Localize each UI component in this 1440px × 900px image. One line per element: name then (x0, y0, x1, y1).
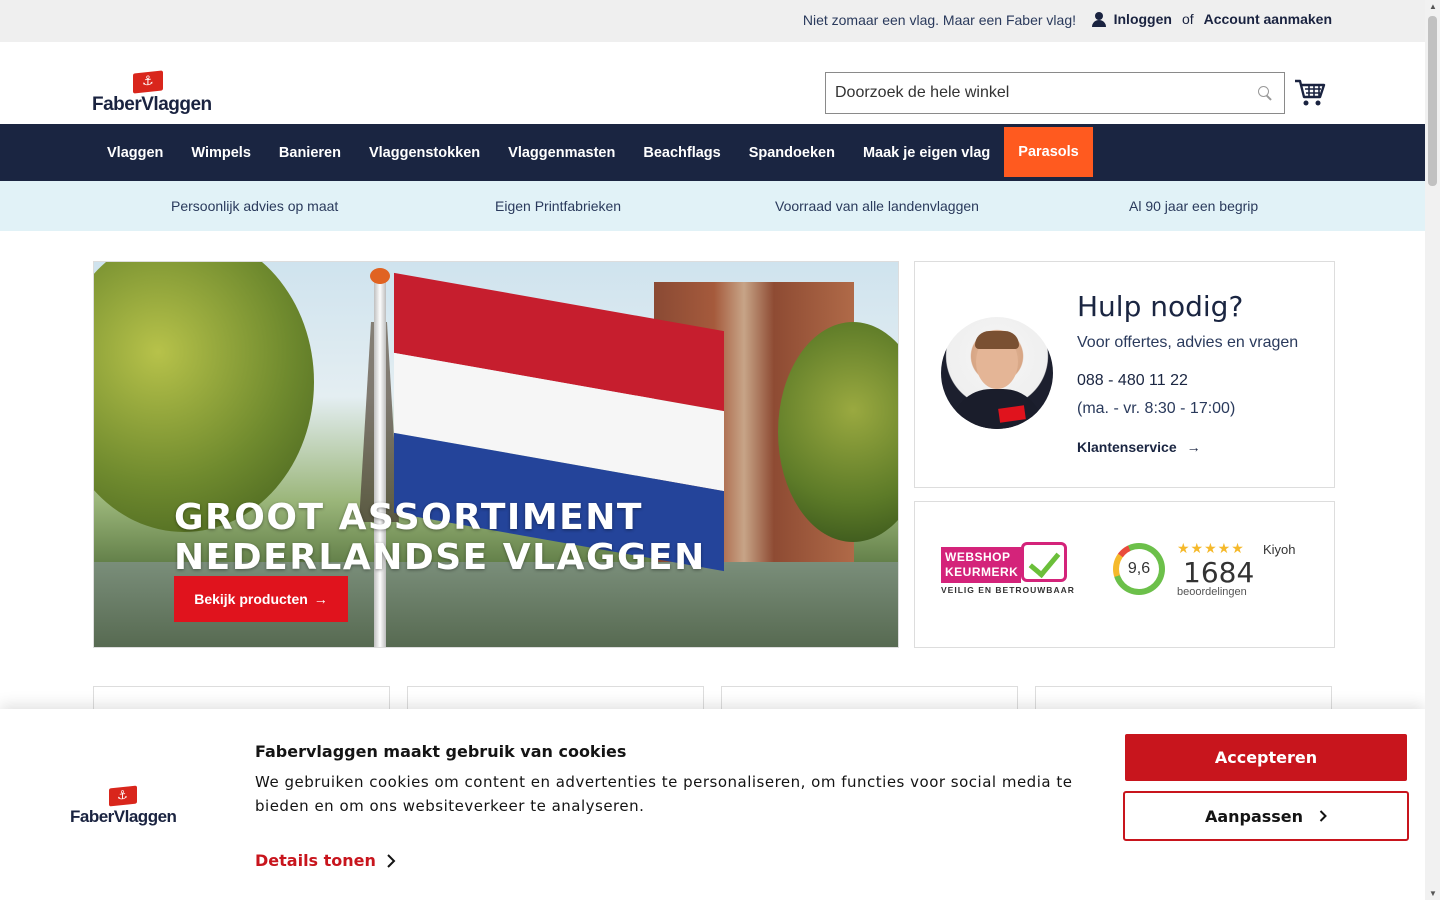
help-box: Hulp nodig? Voor offertes, advies en vra… (914, 261, 1335, 488)
site-header: ⚓ FaberVlaggen (0, 42, 1425, 124)
nav-item-vlaggenmasten[interactable]: Vlaggenmasten (494, 124, 629, 181)
adjust-cookies-button[interactable]: Aanpassen (1123, 791, 1409, 841)
show-details-label: Details tonen (255, 851, 376, 870)
hero-image-pole-ball (370, 268, 390, 284)
cookie-banner: ⚓ FaberVlaggen Fabervlaggen maakt gebrui… (0, 709, 1425, 900)
nav-item-vlaggen[interactable]: Vlaggen (93, 124, 177, 181)
account-links: Inloggen of Account aanmaken (1091, 11, 1332, 27)
chevron-right-icon (387, 853, 396, 868)
logo-flag-icon: ⚓ (133, 70, 163, 94)
keurmerk-line-1: WEBSHOP (945, 550, 1011, 564)
hero-title-line-2: NEDERLANDSE VLAGGEN (174, 537, 706, 578)
usp-item: Al 90 jaar een begrip (1129, 198, 1259, 214)
scroll-up-icon[interactable]: ▲ (1429, 2, 1437, 11)
logo-flag-icon: ⚓ (109, 785, 137, 807)
cookie-title: Fabervlaggen maakt gebruik van cookies (255, 742, 627, 761)
customer-service-label: Klantenservice (1077, 439, 1177, 455)
kiyoh-score-ring[interactable]: 9,6 (1113, 543, 1165, 595)
usp-item: Voorraad van alle landenvlaggen (775, 198, 979, 214)
kiyoh-review-label: beoordelingen (1177, 586, 1247, 598)
scroll-down-icon[interactable]: ▼ (1429, 889, 1437, 898)
slogan-text: Niet zomaar een vlag. Maar een Faber vla… (802, 12, 1076, 28)
page-scrollbar[interactable]: ▲ ▼ (1425, 0, 1440, 900)
hero-image-flagpole (374, 272, 386, 647)
nav-item-wimpels[interactable]: Wimpels (177, 124, 265, 181)
user-icon (1091, 11, 1106, 27)
rating-stars-icon: ★★★★★ (1177, 540, 1245, 556)
nav-item-beachflags[interactable]: Beachflags (629, 124, 734, 181)
nav-item-vlaggenstokken[interactable]: Vlaggenstokken (355, 124, 494, 181)
kiyoh-review-count: 1684 (1183, 556, 1255, 589)
kiyoh-name: Kiyoh (1263, 542, 1296, 557)
help-hours: (ma. - vr. 8:30 - 17:00) (1077, 400, 1236, 417)
keurmerk-tagline: VEILIG EN BETROUWBAAR (941, 585, 1075, 595)
checkmark-icon (1021, 542, 1067, 582)
view-products-button[interactable]: Bekijk producten → (174, 576, 348, 622)
customer-service-link[interactable]: Klantenservice → (1077, 439, 1201, 455)
cookie-logo-text: FaberVlaggen (70, 807, 177, 826)
chevron-right-icon (1319, 810, 1327, 822)
view-products-label: Bekijk producten (194, 591, 308, 607)
kiyoh-score-value: 9,6 (1119, 549, 1159, 589)
help-title: Hulp nodig? (1077, 290, 1244, 323)
nav-item-spandoeken[interactable]: Spandoeken (735, 124, 849, 181)
main-navigation: Vlaggen Wimpels Banieren Vlaggenstokken … (0, 124, 1425, 181)
hero-image-tree (94, 262, 314, 532)
search-box (825, 72, 1285, 114)
create-account-link[interactable]: Account aanmaken (1204, 11, 1332, 27)
arrow-right-icon: → (1186, 439, 1201, 455)
adjust-cookies-label: Aanpassen (1204, 806, 1304, 826)
hero-title: GROOT ASSORTIMENT NEDERLANDSE VLAGGEN (174, 498, 706, 578)
search-input[interactable] (826, 73, 1246, 113)
search-icon[interactable] (1258, 86, 1272, 100)
nav-item-parasols[interactable]: Parasols (1004, 127, 1093, 177)
nav-item-banieren[interactable]: Banieren (265, 124, 355, 181)
webshop-keurmerk-logo[interactable]: WEBSHOP KEURMERK VEILIG EN BETROUWBAAR (941, 542, 1074, 595)
logo-text: FaberVlaggen (92, 94, 212, 115)
login-link[interactable]: Inloggen (1114, 11, 1172, 27)
help-subtitle: Voor offertes, advies en vragen (1077, 334, 1299, 351)
top-bar: Niet zomaar een vlag. Maar een Faber vla… (0, 0, 1425, 42)
usp-bar: Persoonlijk advies op maat Eigen Printfa… (0, 181, 1425, 231)
scrollbar-thumb[interactable] (1428, 16, 1437, 186)
help-phone[interactable]: 088 - 480 11 22 (1077, 372, 1188, 390)
arrow-right-icon: → (313, 591, 328, 607)
usp-item: Eigen Printfabrieken (495, 198, 622, 214)
hero-title-line-1: GROOT ASSORTIMENT (174, 497, 643, 538)
cookie-text: We gebruiken cookies om content en adver… (255, 773, 1073, 815)
accept-cookies-button[interactable]: Accepteren (1125, 734, 1407, 781)
trust-box: WEBSHOP KEURMERK VEILIG EN BETROUWBAAR 9,… (914, 501, 1335, 648)
or-text: of (1181, 11, 1194, 27)
nav-item-maak-je-eigen-vlag[interactable]: Maak je eigen vlag (849, 124, 1004, 181)
hero-banner[interactable]: GROOT ASSORTIMENT NEDERLANDSE VLAGGEN Be… (93, 261, 899, 648)
show-details-link[interactable]: Details tonen (255, 851, 396, 870)
keurmerk-line-2: KEURMERK (945, 565, 1019, 579)
usp-item: Persoonlijk advies op maat (171, 198, 339, 214)
site-logo[interactable]: ⚓ FaberVlaggen (92, 70, 212, 116)
customer-service-avatar (941, 317, 1053, 429)
cart-icon[interactable] (1294, 78, 1326, 108)
cookie-logo: ⚓ FaberVlaggen (70, 785, 180, 827)
